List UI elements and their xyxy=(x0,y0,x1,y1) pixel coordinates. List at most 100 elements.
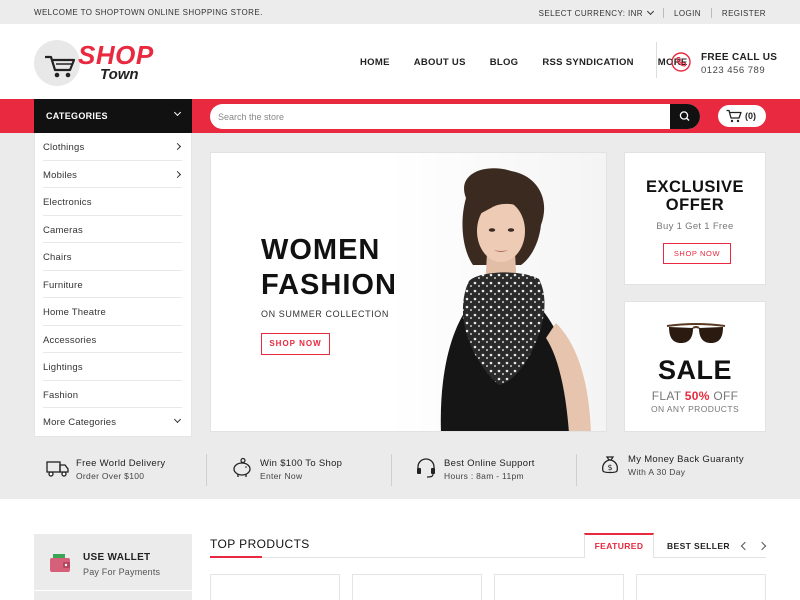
welcome-text: WELCOME TO SHOPTOWN ONLINE SHOPPING STOR… xyxy=(34,8,263,17)
sale-discount: FLAT 50% OFF xyxy=(625,389,765,403)
category-label: Chairs xyxy=(43,252,72,263)
phone-icon xyxy=(671,52,691,72)
feature-subtitle: With A 30 Day xyxy=(628,467,686,477)
feature-title: Free World Delivery xyxy=(76,458,166,469)
truck-icon xyxy=(46,461,69,477)
category-lightings[interactable]: Lightings xyxy=(43,353,182,381)
category-label: Electronics xyxy=(43,197,92,208)
categories-list: Clothings Mobiles Electronics Cameras Ch… xyxy=(34,133,192,437)
category-home-theatre[interactable]: Home Theatre xyxy=(43,298,182,326)
wallet-subtitle: Pay For Payments xyxy=(83,567,161,577)
nav-rss-syndication[interactable]: RSS SYNDICATION xyxy=(542,57,633,68)
nav-about-us[interactable]: ABOUT US xyxy=(414,57,466,68)
banner-title-line1: WOMEN xyxy=(261,234,381,266)
divider xyxy=(710,8,712,18)
tab-featured[interactable]: FEATURED xyxy=(584,533,654,558)
category-label: Mobiles xyxy=(43,169,78,181)
top-bar: WELCOME TO SHOPTOWN ONLINE SHOPPING STOR… xyxy=(0,0,800,24)
more-categories-label: More Categories xyxy=(43,417,117,428)
chevron-down-icon xyxy=(646,7,655,16)
chevron-left-icon[interactable] xyxy=(740,541,750,551)
product-card[interactable] xyxy=(352,574,482,600)
categories-header-label: CATEGORIES xyxy=(46,111,108,121)
search-bar-row: CATEGORIES (0) xyxy=(0,99,800,133)
divider xyxy=(576,454,577,486)
tab-best-seller[interactable]: BEST SELLER xyxy=(667,541,730,551)
category-label: Lightings xyxy=(43,362,83,373)
use-wallet-card[interactable]: USE WALLET Pay For Payments xyxy=(34,534,192,590)
banner-title: WOMEN FASHION xyxy=(261,233,461,303)
divider xyxy=(662,8,664,18)
logo-cart-icon xyxy=(45,55,76,78)
search-icon xyxy=(679,111,690,121)
category-furniture[interactable]: Furniture xyxy=(43,271,182,298)
category-chairs[interactable]: Chairs xyxy=(43,243,182,271)
categories-toggle[interactable]: CATEGORIES xyxy=(34,99,192,133)
search-box xyxy=(210,104,700,129)
exclusive-offer-line1: EXCLUSIVE xyxy=(645,178,745,196)
exclusive-offer-shop-now-button[interactable]: SHOP NOW xyxy=(663,243,731,264)
wallet-icon xyxy=(50,554,70,572)
svg-text:$: $ xyxy=(607,463,612,472)
call-title: FREE CALL US xyxy=(701,52,778,63)
exclusive-offer-title: EXCLUSIVE OFFER xyxy=(625,178,765,214)
sunglasses-icon xyxy=(666,323,726,343)
category-label: Furniture xyxy=(43,279,83,291)
product-card[interactable] xyxy=(210,574,340,600)
nav-home[interactable]: HOME xyxy=(360,57,390,68)
category-accessories[interactable]: Accessories xyxy=(43,326,182,353)
sale-flat-label: FLAT xyxy=(651,389,682,403)
call-number[interactable]: 0123 456 789 xyxy=(701,65,765,76)
category-clothings[interactable]: Clothings xyxy=(43,133,182,161)
chevron-right-icon xyxy=(173,142,182,151)
category-electronics[interactable]: Electronics xyxy=(43,188,182,216)
more-categories[interactable]: More Categories xyxy=(43,408,182,436)
product-card[interactable] xyxy=(636,574,766,600)
banner-title-line2: FASHION xyxy=(261,269,397,301)
sale-promo: SALE FLAT 50% OFF ON ANY PRODUCTS xyxy=(624,301,766,432)
title-underline xyxy=(210,556,262,558)
money-bag-icon: $ xyxy=(602,456,618,474)
chevron-right-icon[interactable] xyxy=(757,541,767,551)
product-card[interactable] xyxy=(494,574,624,600)
chevron-down-icon xyxy=(173,415,182,424)
sale-off-label: OFF xyxy=(713,389,739,403)
divider xyxy=(391,454,392,486)
currency-select[interactable]: SELECT CURRENCY: INR xyxy=(538,7,655,18)
logo-town-text: Town xyxy=(100,66,139,83)
chevron-down-icon xyxy=(173,108,182,117)
feature-subtitle: Enter Now xyxy=(260,471,303,481)
banner-shop-now-button[interactable]: SHOP NOW xyxy=(261,333,330,355)
category-cameras[interactable]: Cameras xyxy=(43,216,182,243)
top-bar-links: SELECT CURRENCY: INR LOGIN REGISTER xyxy=(538,7,766,18)
login-link[interactable]: LOGIN xyxy=(674,9,701,18)
feature-subtitle: Hours : 8am - 11pm xyxy=(444,471,524,481)
search-button[interactable] xyxy=(670,104,700,129)
sale-title: SALE xyxy=(657,355,732,385)
call-us: FREE CALL US 0123 456 789 xyxy=(656,42,777,78)
category-mobiles[interactable]: Mobiles xyxy=(43,161,182,188)
cart-button[interactable]: (0) xyxy=(718,105,766,127)
search-input[interactable] xyxy=(210,104,670,129)
feature-title: My Money Back Guaranty xyxy=(628,454,744,465)
features-strip: Free World Delivery Order Over $100 Win … xyxy=(34,451,774,491)
logo[interactable]: SHOP Town xyxy=(34,38,164,88)
feature-subtitle: Order Over $100 xyxy=(76,471,145,481)
sidebar-card-next xyxy=(34,591,192,600)
piggy-bank-icon xyxy=(233,457,251,477)
feature-title: Best Online Support xyxy=(444,458,535,469)
category-fashion[interactable]: Fashion xyxy=(43,381,182,408)
divider xyxy=(206,454,207,486)
category-label: Fashion xyxy=(43,389,79,401)
currency-label: SELECT CURRENCY: INR xyxy=(538,8,643,18)
exclusive-offer-line2: OFFER xyxy=(665,196,725,214)
hero-banner: WOMEN FASHION ON SUMMER COLLECTION SHOP … xyxy=(210,152,607,432)
exclusive-offer-subtitle: Buy 1 Get 1 Free xyxy=(656,221,734,232)
register-link[interactable]: REGISTER xyxy=(722,9,766,18)
wallet-title: USE WALLET xyxy=(83,552,151,563)
category-label: Accessories xyxy=(43,334,97,346)
exclusive-offer-promo: EXCLUSIVE OFFER Buy 1 Get 1 Free SHOP NO… xyxy=(624,152,766,285)
sale-percent: 50% xyxy=(684,389,710,403)
top-products-title: TOP PRODUCTS xyxy=(210,537,310,551)
nav-blog[interactable]: BLOG xyxy=(490,57,519,68)
